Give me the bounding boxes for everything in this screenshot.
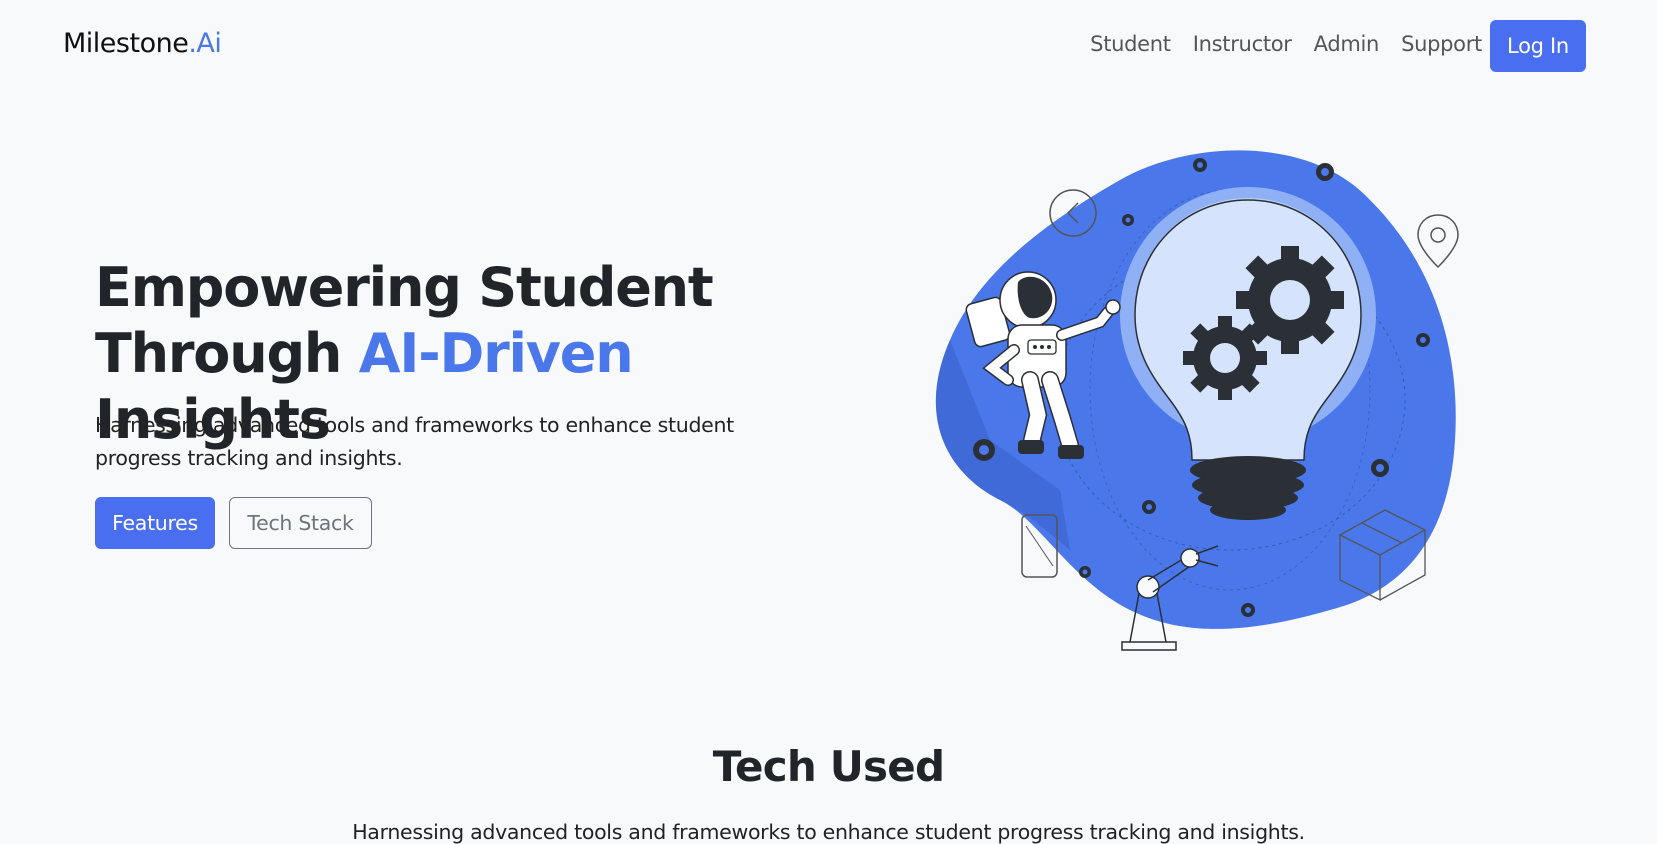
navbar: Milestone.Ai Student Instructor Admin Su…	[0, 0, 1657, 92]
nav-link-admin[interactable]: Admin	[1314, 32, 1380, 56]
nav-link-student[interactable]: Student	[1090, 32, 1171, 56]
features-button[interactable]: Features	[95, 497, 215, 549]
tech-used-subtitle: Harnessing advanced tools and frameworks…	[352, 820, 1305, 844]
hero-title-accent: AI-Driven	[358, 322, 634, 385]
nav-link-support[interactable]: Support	[1401, 32, 1482, 56]
hero-title-line2-start: Through	[95, 322, 359, 385]
gear-small-icon	[1183, 316, 1267, 400]
tech-used-title: Tech Used	[712, 742, 945, 791]
brand-logo[interactable]: Milestone.Ai	[63, 28, 222, 59]
lightbulb-gears-astronaut-illustration	[935, 150, 1459, 651]
tech-stack-button[interactable]: Tech Stack	[229, 497, 372, 549]
nav-links: Student Instructor Admin Support	[1090, 32, 1482, 56]
login-button[interactable]: Log In	[1490, 20, 1586, 72]
hero-title-line1: Empowering Student	[95, 256, 714, 319]
hero-subtitle: Harnessing advanced tools and frameworks…	[95, 413, 734, 470]
location-pin-icon	[1417, 214, 1459, 269]
brand-main: Milestone	[63, 28, 189, 59]
nav-link-instructor[interactable]: Instructor	[1193, 32, 1292, 56]
brand-accent: .Ai	[188, 28, 222, 59]
